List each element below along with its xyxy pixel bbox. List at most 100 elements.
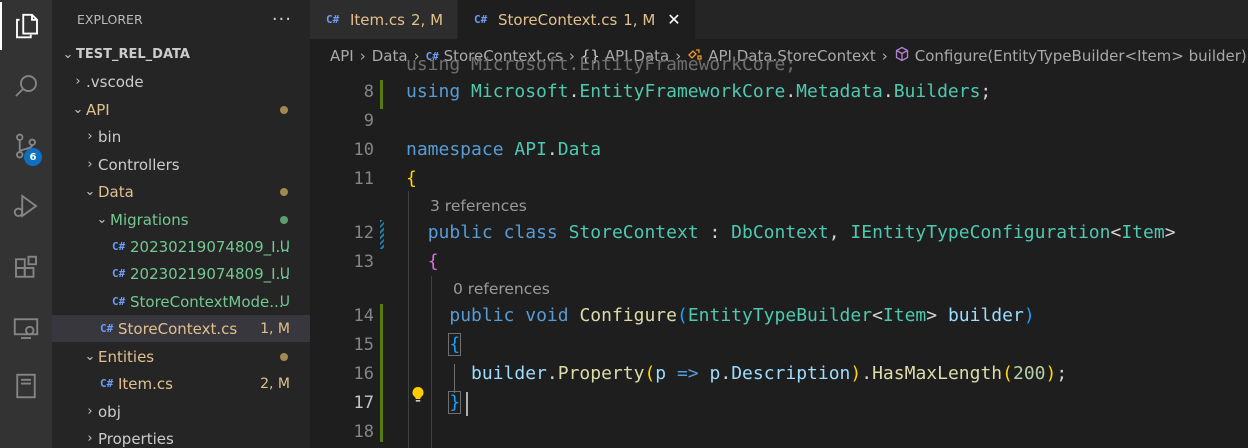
tree-item-label: Entities — [98, 347, 155, 366]
git-status-dot — [280, 187, 288, 196]
tree-folder[interactable]: ⌄ API — [52, 96, 310, 123]
activity-bar: 6 — [0, 0, 52, 448]
tree-folder[interactable]: › Properties — [52, 425, 310, 448]
tree-file[interactable]: C# 20230219074809_I... U — [52, 260, 310, 287]
explorer-header: EXPLORER ··· — [52, 0, 310, 38]
git-status: U — [279, 293, 290, 310]
close-icon[interactable]: ✕ — [667, 10, 680, 29]
line-number: 13 — [353, 252, 374, 272]
extensions-button[interactable] — [0, 244, 52, 292]
tab-storecontext-cs[interactable]: C# StoreContext.cs 1, M ✕ — [458, 0, 696, 39]
workspace-root[interactable]: ⌄ TEST_REL_DATA — [52, 41, 310, 68]
chevron-down-icon: ⌄ — [96, 212, 108, 227]
git-status: U — [279, 265, 290, 282]
tree-item-label: Controllers — [98, 155, 180, 174]
line-number: 10 — [353, 140, 374, 160]
git-status-dot — [280, 105, 288, 114]
chevron-right-icon: › — [87, 431, 93, 446]
tree-folder[interactable]: ⌄ Entities — [52, 343, 310, 370]
line-number: 12 — [353, 223, 374, 243]
tree-item-label: Data — [98, 182, 134, 201]
git-status: 2, M — [260, 375, 290, 392]
chevron-down-icon: ⌄ — [72, 102, 84, 117]
csharp-file-icon: C# — [112, 267, 126, 280]
tree-item-label: StoreContextMode... — [130, 292, 284, 311]
chevron-right-icon: › — [87, 404, 93, 419]
code-line: { — [448, 333, 462, 356]
tree-folder[interactable]: › Controllers — [52, 151, 310, 178]
csharp-file-icon: C# — [100, 377, 114, 390]
tree-item-label: Migrations — [110, 210, 189, 229]
code-line-partial: using Microsoft.EntityFrameworkCore; — [406, 54, 797, 75]
tree-item-label: API — [86, 100, 110, 119]
explorer-title: EXPLORER — [77, 11, 143, 27]
code-editor[interactable]: using Microsoft.EntityFrameworkCore; 8 u… — [310, 54, 1248, 448]
code-line: namespace API.Data — [406, 139, 602, 160]
source-control-badge: 6 — [24, 148, 42, 166]
tree-item-label: 20230219074809_I... — [130, 264, 290, 283]
indent-guide — [431, 276, 432, 448]
tree-item-label: .vscode — [86, 72, 144, 91]
tree-item-label: 20230219074809_I... — [130, 237, 290, 256]
tree-item-label: Properties — [98, 429, 174, 448]
tab-status: 2, M — [410, 10, 444, 29]
tree-folder[interactable]: ⌄ Migrations — [52, 206, 310, 233]
csharp-file-icon: C# — [100, 322, 114, 335]
run-debug-button[interactable] — [0, 182, 52, 230]
explorer-sidebar: EXPLORER ··· ⌄ TEST_REL_DATA › .vscode ⌄ AP… — [52, 0, 310, 448]
tree-file[interactable]: C# Item.cs 2, M — [52, 370, 310, 397]
chevron-down-icon: ⌄ — [62, 47, 74, 62]
more-actions-icon[interactable]: ··· — [272, 9, 292, 30]
files-icon — [16, 13, 38, 39]
tree-folder[interactable]: › .vscode — [52, 68, 310, 95]
chevron-right-icon: › — [87, 157, 93, 172]
chevron-down-icon: ⌄ — [84, 184, 96, 199]
git-status-dot — [280, 352, 288, 361]
git-status: U — [279, 238, 290, 255]
tab-label: StoreContext.cs — [498, 10, 618, 29]
chevron-down-icon: ⌄ — [84, 349, 96, 364]
gutter-changed-marker — [380, 220, 384, 249]
git-status: 1, M — [260, 320, 290, 337]
codelens-references[interactable]: 3 references — [430, 197, 527, 215]
csharp-file-icon: C# — [326, 13, 340, 26]
search-button[interactable] — [0, 62, 52, 110]
explorer-button[interactable] — [0, 2, 52, 50]
tree-folder[interactable]: › bin — [52, 123, 310, 150]
editor-group: C# Item.cs 2, M C# StoreContext.cs 1, M … — [310, 0, 1248, 448]
tree-item-label: Item.cs — [118, 374, 173, 393]
line-number-current: 17 — [353, 393, 374, 413]
tree-item-label: bin — [98, 127, 122, 146]
extensions-icon — [15, 255, 37, 278]
code-line: { — [406, 168, 417, 189]
remote-explorer-icon — [13, 318, 39, 339]
code-line: builder.Property(p => p.Description).Has… — [471, 363, 1068, 384]
tab-status: 1, M — [623, 10, 656, 29]
tab-item-cs[interactable]: C# Item.cs 2, M — [310, 0, 459, 39]
codelens-references[interactable]: 0 references — [453, 280, 550, 298]
code-line: public class StoreContext : DbContext, I… — [427, 222, 1176, 243]
remote-explorer-button[interactable] — [0, 304, 52, 352]
line-number: 11 — [353, 169, 374, 189]
line-number: 16 — [353, 364, 374, 384]
tree-file[interactable]: C# 20230219074809_I... U — [52, 233, 310, 260]
git-status-dot — [280, 215, 288, 224]
line-number: 14 — [353, 306, 374, 326]
tree-item-label: obj — [98, 402, 121, 421]
tab-bar: C# Item.cs 2, M C# StoreContext.cs 1, M … — [310, 0, 1248, 39]
code-line: using Microsoft.EntityFrameworkCore.Meta… — [406, 81, 992, 102]
notebook-button[interactable] — [0, 362, 52, 410]
tab-label: Item.cs — [350, 10, 405, 29]
code-line: public void Configure(EntityTypeBuilder<… — [449, 305, 1035, 326]
gutter-modified-marker — [380, 304, 383, 442]
csharp-file-icon: C# — [112, 240, 126, 253]
source-control-button[interactable]: 6 — [0, 122, 52, 170]
tree-folder[interactable]: › obj — [52, 398, 310, 425]
line-number: 8 — [363, 82, 374, 102]
csharp-file-icon: C# — [112, 295, 126, 308]
tree-folder[interactable]: ⌄ Data — [52, 178, 310, 205]
tree-file[interactable]: C# StoreContext.cs 1, M — [52, 315, 310, 342]
line-number: 15 — [353, 335, 374, 355]
chevron-right-icon: › — [75, 74, 81, 89]
tree-file[interactable]: C# StoreContextMode... U — [52, 288, 310, 315]
